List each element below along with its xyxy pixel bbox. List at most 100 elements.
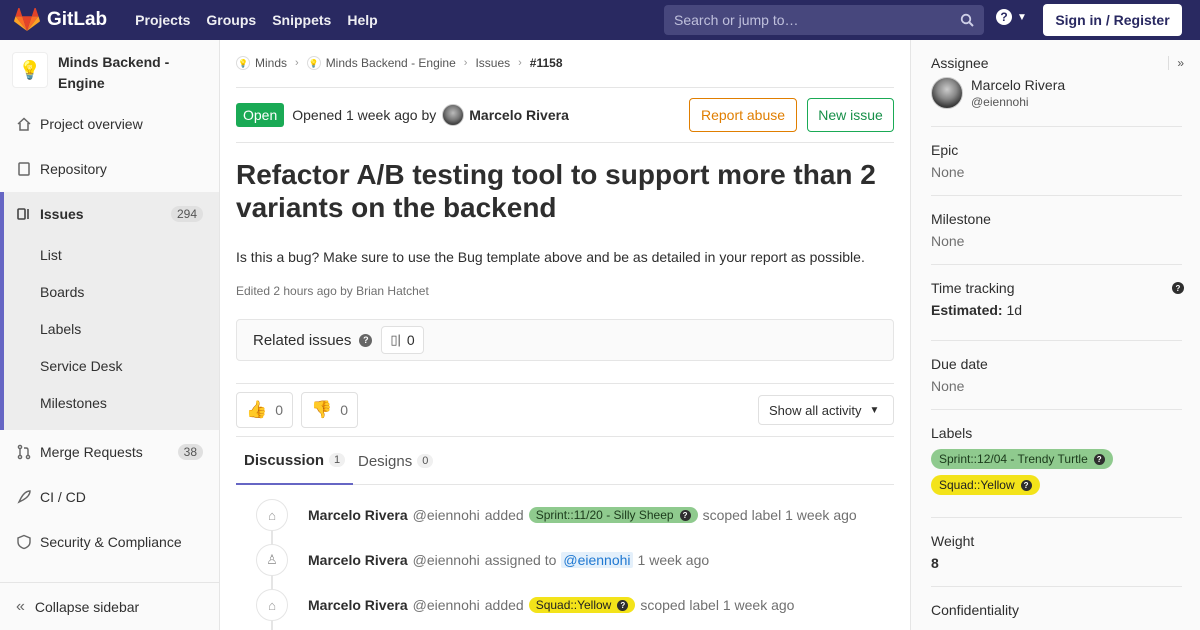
collapse-sidebar-button[interactable]: « Collapse sidebar xyxy=(0,582,219,630)
estimated-label: Estimated: xyxy=(931,302,1003,318)
note-author[interactable]: Marcelo Rivera xyxy=(308,552,408,568)
right-sidebar: » Assignee Marcelo Rivera @eiennohi Epic… xyxy=(910,40,1200,630)
related-issues-count[interactable]: ▯| 0 xyxy=(381,326,424,354)
thumbs-up-icon: 👍 xyxy=(246,400,268,419)
sidebar-item-project-overview[interactable]: Project overview xyxy=(0,102,219,146)
tab-label: Discussion xyxy=(244,451,325,469)
label-text: Sprint::11/20 - Silly Sheep xyxy=(535,508,674,522)
breadcrumb-issues[interactable]: Issues xyxy=(475,56,510,70)
nav-snippets[interactable]: Snippets xyxy=(272,12,331,28)
gitlab-logo[interactable]: GitLab xyxy=(14,8,107,32)
breadcrumb-project[interactable]: Minds Backend - Engine xyxy=(326,56,456,70)
label-badge[interactable]: Sprint::12/04 - Trendy Turtle ? xyxy=(931,449,1113,469)
question-icon[interactable]: ? xyxy=(1172,282,1184,294)
thumbs-up-button[interactable]: 👍 0 xyxy=(236,392,293,428)
tab-label: Designs xyxy=(358,452,413,470)
nav-projects[interactable]: Projects xyxy=(135,12,190,28)
tag-icon: ⌂ xyxy=(256,499,288,531)
note-author[interactable]: Marcelo Rivera xyxy=(308,597,408,613)
note-body: Marcelo Rivera @eiennohi added Sprint::1… xyxy=(308,507,857,523)
doc-icon xyxy=(16,161,32,177)
group-avatar-icon: 💡 xyxy=(236,56,250,70)
labels-title: Labels xyxy=(931,425,973,441)
breadcrumb-issue-id[interactable]: #1158 xyxy=(530,56,563,70)
sidebar-item-repository[interactable]: Repository xyxy=(0,147,219,191)
shield-icon xyxy=(16,534,32,550)
label-text: Squad::Yellow xyxy=(535,598,612,612)
note-text: added xyxy=(484,507,524,523)
avatar[interactable] xyxy=(442,104,465,126)
label-text: Sprint::12/04 - Trendy Turtle xyxy=(939,452,1088,466)
milestone-value: None xyxy=(931,233,965,249)
sidebar-item-merge-requests[interactable]: Merge Requests 38 xyxy=(0,430,219,474)
sidebar-subitem-milestones[interactable]: Milestones xyxy=(40,395,107,411)
assignee-row[interactable]: Marcelo Rivera @eiennohi xyxy=(931,77,1182,109)
weight-value: 8 xyxy=(931,555,939,571)
tab-discussion[interactable]: Discussion 1 xyxy=(236,437,354,485)
divider xyxy=(931,195,1182,196)
question-icon: ? xyxy=(1093,453,1105,465)
chevron-right-icon: › xyxy=(463,57,468,69)
nav-groups[interactable]: Groups xyxy=(206,12,256,28)
label-badge[interactable]: Sprint::11/20 - Silly Sheep ? xyxy=(528,507,698,523)
divider xyxy=(931,340,1182,341)
note-username[interactable]: @eiennohi xyxy=(413,552,480,568)
epic-block: Epic None xyxy=(931,142,1182,180)
merge-request-icon xyxy=(16,444,32,460)
sidebar-subitem-labels[interactable]: Labels xyxy=(40,321,81,337)
tanuki-icon xyxy=(14,8,40,31)
sidebar-subitem-service-desk[interactable]: Service Desk xyxy=(40,358,122,374)
label-badge[interactable]: Squad::Yellow ? xyxy=(528,597,636,613)
search-box xyxy=(664,5,984,35)
sidebar-item-security[interactable]: Security & Compliance xyxy=(0,520,219,564)
chevron-right-icon: › xyxy=(295,57,299,69)
sidebar-item-label: Project overview xyxy=(40,116,143,132)
sidebar-item-ci-cd[interactable]: CI / CD xyxy=(0,475,219,519)
opened-text: Opened 1 week ago by xyxy=(292,107,437,123)
note-text: scoped label 1 week ago xyxy=(702,507,857,523)
question-icon: ? xyxy=(679,509,691,521)
new-issue-button[interactable]: New issue xyxy=(807,98,894,132)
time-tracking-title: Time tracking xyxy=(931,280,1015,296)
note-username[interactable]: @eiennohi xyxy=(413,507,480,523)
weight-block: Weight 8 xyxy=(931,533,1182,571)
milestone-title: Milestone xyxy=(931,211,991,227)
note-username[interactable]: @eiennohi xyxy=(413,597,480,613)
tab-count: 1 xyxy=(329,453,346,467)
question-icon[interactable]: ? xyxy=(359,333,373,347)
author-link[interactable]: Marcelo Rivera xyxy=(469,107,569,123)
label-text: Squad::Yellow xyxy=(939,478,1015,492)
thumbs-down-button[interactable]: 👎 0 xyxy=(301,392,358,428)
issue-status-row: Open Opened 1 week ago by Marcelo Rivera… xyxy=(236,98,894,132)
note-author[interactable]: Marcelo Rivera xyxy=(308,507,408,523)
search-icon[interactable] xyxy=(960,13,974,27)
sign-in-button[interactable]: Sign in / Register xyxy=(1043,4,1182,36)
sidebar-subitem-boards[interactable]: Boards xyxy=(40,284,84,300)
issue-description: Is this a bug? Make sure to use the Bug … xyxy=(236,249,865,265)
project-header[interactable]: 💡 Minds Backend - Engine xyxy=(12,52,198,94)
breadcrumb-minds[interactable]: Minds xyxy=(255,56,287,70)
related-count-value: 0 xyxy=(406,332,415,348)
nav-help[interactable]: Help xyxy=(347,12,377,28)
tag-icon: ⌂ xyxy=(256,589,288,621)
assignee-block: Assignee Marcelo Rivera @eiennohi xyxy=(931,55,1182,109)
sidebar-item-issues[interactable]: Issues 294 xyxy=(0,192,219,236)
tab-designs[interactable]: Designs 0 xyxy=(358,437,434,485)
left-sidebar: 💡 Minds Backend - Engine Project overvie… xyxy=(0,40,220,630)
user-mention[interactable]: @eiennohi xyxy=(561,552,633,568)
rocket-icon xyxy=(16,489,32,505)
assignee-name: Marcelo Rivera xyxy=(971,77,1066,93)
report-abuse-button[interactable]: Report abuse xyxy=(689,98,797,132)
help-dropdown[interactable]: ? ▼ xyxy=(996,9,1027,25)
search-input[interactable] xyxy=(674,12,944,28)
double-chevron-left-icon: « xyxy=(16,597,25,615)
lightbulb-icon: 💡 xyxy=(12,52,48,88)
time-tracking-block: Time tracking Estimated: 1d xyxy=(931,280,1182,318)
activity-filter-dropdown[interactable]: Show all activity ▼ xyxy=(758,395,894,425)
label-badge[interactable]: Squad::Yellow ? xyxy=(931,475,1040,495)
sidebar-subitem-list[interactable]: List xyxy=(40,247,62,263)
collapse-label: Collapse sidebar xyxy=(34,598,140,615)
question-icon: ? xyxy=(1020,479,1032,491)
estimated-value: 1d xyxy=(1006,302,1023,318)
list-item: ⌂ Marcelo Rivera @eiennohi added Squad::… xyxy=(236,588,894,622)
